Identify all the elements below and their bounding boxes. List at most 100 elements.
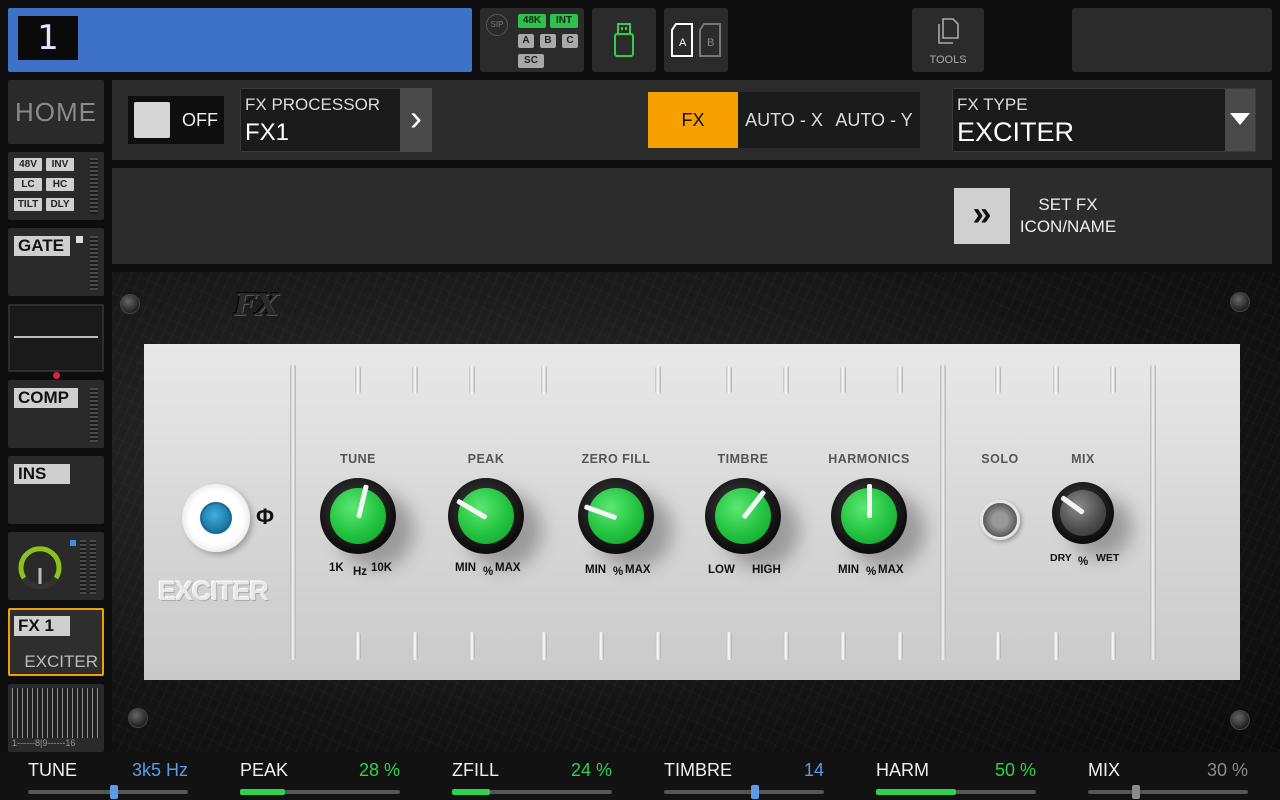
knob-mix-label: MIX xyxy=(1071,452,1095,466)
panel-slot xyxy=(655,632,661,660)
knob-tune-max: 10K xyxy=(371,562,393,574)
ins-label: INS xyxy=(14,464,70,484)
param-mix[interactable]: MIX 30 % xyxy=(1088,752,1248,800)
gain-meter-left xyxy=(80,540,86,594)
panel-slot xyxy=(355,632,361,660)
fx-type-dropdown[interactable]: FX TYPE EXCITER xyxy=(952,88,1256,152)
knob-zero-fill-label: ZERO FILL xyxy=(581,452,651,466)
fx-power-toggle[interactable]: OFF xyxy=(128,96,224,144)
gate-block[interactable]: GATE xyxy=(8,228,104,296)
param-zfill-name: ZFILL xyxy=(452,760,500,780)
panel-slot xyxy=(840,632,846,660)
tools-button[interactable]: TOOLS xyxy=(912,8,984,72)
knob-zero-fill-unit: % xyxy=(613,566,624,578)
eq-curve xyxy=(14,336,98,338)
usb-drive-icon xyxy=(614,23,634,57)
channel-select-tile[interactable]: 1 xyxy=(8,8,472,72)
panel-slot xyxy=(783,366,789,394)
scene-info-box[interactable] xyxy=(1072,8,1272,72)
knob-tune[interactable]: TUNE 1K Hz 10K xyxy=(303,452,413,578)
comp-label: COMP xyxy=(14,388,78,408)
phase-icon[interactable]: Φ xyxy=(256,504,274,530)
knob-peak-body xyxy=(448,478,524,554)
panel-slot xyxy=(355,366,361,394)
panel-slot xyxy=(412,366,418,394)
panel-slot xyxy=(1053,366,1059,394)
panel-slot xyxy=(783,632,789,660)
param-tune[interactable]: TUNE 3k5 Hz xyxy=(28,752,188,800)
eq-block[interactable] xyxy=(8,304,104,372)
hc-tag: HC xyxy=(46,178,74,191)
usb-button[interactable] xyxy=(592,8,656,72)
param-peak-name: PEAK xyxy=(240,760,289,780)
home-button[interactable]: HOME xyxy=(8,80,104,144)
gate-indicator xyxy=(76,236,83,243)
param-mix-track xyxy=(1088,790,1248,794)
param-slider-thumb[interactable] xyxy=(751,785,759,799)
param-fill-bar xyxy=(240,789,285,795)
solo-button[interactable] xyxy=(980,500,1020,540)
sends-block[interactable]: 1------8|9------16 xyxy=(8,684,104,752)
dropdown-button[interactable] xyxy=(1225,89,1255,151)
sd-card-button[interactable]: A B xyxy=(664,8,728,72)
rack-screw-icon xyxy=(1230,710,1250,730)
knob-tune-min: 1K xyxy=(329,562,344,574)
panel-slot xyxy=(1110,366,1116,394)
input-block[interactable]: 48V INV LC HC TILT DLY xyxy=(8,152,104,220)
sample-rate-badge: 48K xyxy=(518,14,546,28)
fx-type-caption: FX TYPE xyxy=(957,95,1028,114)
fx-rack: FX Φ EXCITER TUNE 1K Hz 10K PEAK MIN % M… xyxy=(112,272,1280,752)
knob-tune-label: TUNE xyxy=(339,452,377,466)
knob-timbre-body xyxy=(705,478,781,554)
param-timbre[interactable]: TIMBRE 14 xyxy=(664,752,824,800)
set-fx-icon-button[interactable]: » xyxy=(954,188,1010,244)
gain-block[interactable] xyxy=(8,532,104,600)
knob-mix[interactable]: MIX DRY % WET xyxy=(1028,452,1138,568)
fx-slot-type: EXCITER xyxy=(24,652,98,671)
panel-slot xyxy=(840,366,846,394)
param-mix-name: MIX xyxy=(1088,760,1121,780)
exciter-bypass-button[interactable] xyxy=(182,484,250,552)
knob-timbre[interactable]: TIMBRE LOW HIGH xyxy=(688,452,798,576)
panel-slot xyxy=(1053,632,1059,660)
gate-meter xyxy=(90,236,98,290)
knob-tune-unit: Hz xyxy=(353,566,368,578)
param-slider-thumb[interactable] xyxy=(1132,785,1140,799)
knob-peak-unit: % xyxy=(483,566,494,578)
fx-type-value: EXCITER xyxy=(957,117,1075,147)
panel-slot xyxy=(1110,632,1116,660)
param-harm[interactable]: HARM 50 % xyxy=(876,752,1036,800)
sends-scale: 1------8|9------16 xyxy=(12,738,76,748)
eq-active-dot xyxy=(53,372,60,379)
param-timbre-track xyxy=(664,790,824,794)
channel-number: 1 xyxy=(18,16,78,60)
knob-peak[interactable]: PEAK MIN % MAX xyxy=(431,452,541,578)
panel-slot xyxy=(469,366,475,394)
rack-screw-icon xyxy=(128,708,148,728)
gate-label: GATE xyxy=(14,236,70,256)
knob-peak-label: PEAK xyxy=(467,452,505,466)
param-harm-name: HARM xyxy=(876,760,929,780)
comp-block[interactable]: COMP xyxy=(8,380,104,448)
param-peak-value: 28 % xyxy=(358,760,400,780)
param-zfill[interactable]: ZFILL 24 % xyxy=(452,752,612,800)
card-a-label: A xyxy=(679,37,687,49)
tab-fx[interactable]: FX xyxy=(648,92,738,148)
slot-c-badge: C xyxy=(562,34,578,48)
sync-status-panel[interactable]: SIP 48K INT A B C SC xyxy=(480,8,584,72)
chevron-right-icon[interactable]: › xyxy=(400,88,432,152)
sc-badge: SC xyxy=(518,54,544,68)
knob-harmonics[interactable]: HARMONICS MIN % MAX xyxy=(814,452,924,578)
param-fill-bar xyxy=(452,789,490,795)
insert-block[interactable]: INS xyxy=(8,456,104,524)
knob-harmonics-max: MAX xyxy=(878,564,904,576)
param-slider-thumb[interactable] xyxy=(110,785,118,799)
param-tune-value: 3k5 Hz xyxy=(131,760,188,780)
tab-auto-y[interactable]: AUTO - Y xyxy=(830,92,918,148)
tab-auto-x[interactable]: AUTO - X xyxy=(740,92,828,148)
rack-screw-icon xyxy=(1230,292,1250,312)
param-peak[interactable]: PEAK 28 % xyxy=(240,752,400,800)
knob-zero-fill[interactable]: ZERO FILL MIN % MAX xyxy=(561,452,671,578)
comp-meter xyxy=(90,388,98,442)
fx1-slot-selected[interactable]: FX 1 EXCITER xyxy=(8,608,104,676)
